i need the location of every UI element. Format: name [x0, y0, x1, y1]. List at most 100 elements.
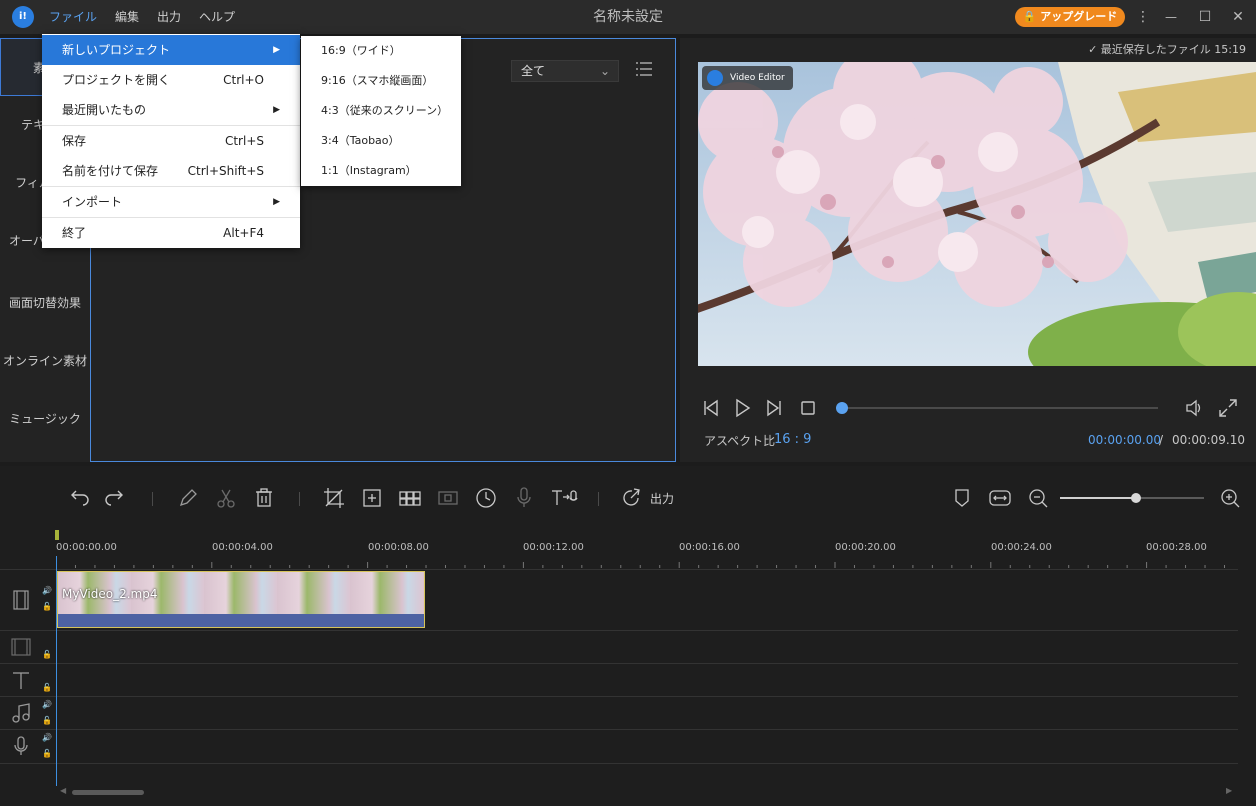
chevron-down-icon: ⌄ [599, 64, 610, 78]
menu-help[interactable]: ヘルプ [190, 0, 244, 34]
zoom-out-icon[interactable] [1026, 486, 1050, 510]
more-options-icon[interactable]: ⋮ [1128, 0, 1158, 34]
track-mute-icon[interactable]: 🔊 [42, 733, 52, 742]
video-preview[interactable]: Video Editor [698, 62, 1256, 366]
volume-icon[interactable] [1184, 398, 1204, 418]
fit-timeline-icon[interactable] [988, 486, 1012, 510]
voiceover-track-icon [14, 736, 28, 755]
track-lock-icon[interactable]: 🔓 [42, 683, 52, 692]
sidebar-item-music[interactable]: ミュージック [0, 390, 90, 448]
menu-item-save-as[interactable]: 名前を付けて保存 Ctrl+Shift+S [42, 156, 300, 186]
speed-clock-icon[interactable] [474, 486, 498, 510]
submenu-arrow-icon: ▶ [273, 45, 280, 55]
submenu-item-16-9[interactable]: 16:9（ワイド） [301, 36, 461, 66]
freeze-frame-icon[interactable] [436, 486, 460, 510]
track-lock-icon[interactable]: 🔓 [42, 716, 52, 725]
last-saved-text: 最近保存したファイル 15:19 [1100, 43, 1246, 56]
export-button-label[interactable]: 出力 [650, 490, 674, 507]
track-divider [0, 763, 1238, 764]
total-duration: 00:00:09.10 [1172, 433, 1245, 447]
menu-item-label: 新しいプロジェクト [62, 43, 171, 57]
toolbar-divider [152, 492, 153, 506]
edit-pencil-icon[interactable] [176, 486, 200, 510]
app-logo-icon [707, 70, 723, 86]
track-divider [0, 663, 1238, 664]
crop-icon[interactable] [322, 486, 346, 510]
track-lock-icon[interactable]: 🔓 [42, 602, 52, 611]
ruler-tick-label: 00:00:12.00 [523, 542, 584, 553]
scroll-left-icon[interactable]: ◀ [60, 786, 66, 795]
seek-handle[interactable] [836, 402, 848, 414]
timeline-panel: 出力 00:00:00.00 00:00:04.00 00:00:08.00 0… [0, 466, 1256, 806]
horizontal-scrollbar[interactable] [72, 790, 144, 795]
ruler-tick-label: 00:00:16.00 [679, 542, 740, 553]
export-icon[interactable] [620, 486, 644, 510]
menu-file[interactable]: ファイル [40, 0, 106, 34]
menu-item-recent[interactable]: 最近開いたもの ▶ [42, 95, 300, 125]
new-project-submenu: 16:9（ワイド） 9:16（スマホ縦画面） 4:3（従来のスクリーン） 3:4… [301, 36, 461, 186]
menu-item-open-project[interactable]: プロジェクトを開く Ctrl+O [42, 65, 300, 95]
list-view-icon[interactable] [635, 61, 653, 77]
timeline-ruler[interactable]: 00:00:00.00 00:00:04.00 00:00:08.00 00:0… [56, 534, 1240, 568]
menu-edit[interactable]: 編集 [106, 0, 148, 34]
microphone-icon[interactable] [512, 486, 536, 510]
next-frame-icon[interactable] [764, 398, 784, 418]
track-lock-icon[interactable]: 🔓 [42, 650, 52, 659]
preview-panel: ✓ 最近保存したファイル 15:19 Video Editor アスペクト比 1… [680, 38, 1256, 462]
file-menu: 新しいプロジェクト ▶ プロジェクトを開く Ctrl+O 最近開いたもの ▶ 保… [42, 34, 300, 248]
menu-item-label: 名前を付けて保存 [62, 164, 159, 178]
zoom-in-icon[interactable] [1218, 486, 1242, 510]
submenu-arrow-icon: ▶ [273, 197, 280, 207]
submenu-item-3-4[interactable]: 3:4（Taobao） [301, 126, 461, 156]
ruler-tick-label: 00:00:20.00 [835, 542, 896, 553]
menu-item-import[interactable]: インポート ▶ [42, 187, 300, 217]
submenu-item-4-3[interactable]: 4:3（従来のスクリーン） [301, 96, 461, 126]
playhead[interactable] [56, 556, 57, 786]
menu-item-label: インポート [62, 195, 123, 209]
zoom-slider-handle[interactable] [1131, 493, 1142, 503]
track-mute-icon[interactable]: 🔊 [42, 586, 52, 595]
upgrade-button[interactable]: 🔒 アップグレード [1015, 7, 1125, 27]
play-icon[interactable] [732, 398, 752, 418]
menu-item-shortcut: Ctrl+O [223, 73, 264, 87]
menu-item-shortcut: Ctrl+S [224, 134, 264, 148]
last-saved-status: ✓ 最近保存したファイル 15:19 [1088, 41, 1246, 57]
text-to-speech-icon[interactable] [550, 486, 580, 510]
scroll-right-icon[interactable]: ▶ [1226, 786, 1232, 795]
fullscreen-icon[interactable] [1218, 398, 1238, 418]
menu-bar: ファイル 編集 出力 ヘルプ [40, 0, 244, 34]
menu-export[interactable]: 出力 [148, 0, 190, 34]
marker-icon[interactable] [950, 486, 974, 510]
sidebar-item-transition[interactable]: 画面切替効果 [0, 274, 90, 332]
track-mute-icon[interactable]: 🔊 [42, 700, 52, 709]
stop-icon[interactable] [798, 398, 818, 418]
track-divider [0, 729, 1238, 730]
scissors-icon[interactable] [214, 486, 238, 510]
media-filter-select[interactable]: 全て ⌄ [511, 60, 619, 82]
maximize-icon[interactable]: ☐ [1190, 0, 1220, 34]
aspect-ratio-value[interactable]: 16 : 9 [774, 432, 811, 447]
seek-bar[interactable] [840, 407, 1158, 409]
minimize-icon[interactable]: — [1156, 0, 1186, 34]
submenu-item-9-16[interactable]: 9:16（スマホ縦画面） [301, 66, 461, 96]
toolbar-divider [598, 492, 599, 506]
current-time: 00:00:00.00 [1088, 433, 1161, 447]
close-icon[interactable]: ✕ [1223, 0, 1253, 34]
mosaic-icon[interactable] [398, 486, 422, 510]
previous-frame-icon[interactable] [701, 398, 721, 418]
zoom-frame-icon[interactable] [360, 486, 384, 510]
undo-icon[interactable] [66, 486, 90, 510]
playhead-marker[interactable] [55, 530, 59, 540]
sidebar-item-online-media[interactable]: オンライン素材 [0, 332, 90, 390]
menu-item-exit[interactable]: 終了 Alt+F4 [42, 218, 300, 248]
pip-track-icon [11, 638, 31, 656]
menu-item-new-project[interactable]: 新しいプロジェクト ▶ [42, 35, 300, 65]
track-lock-icon[interactable]: 🔓 [42, 749, 52, 758]
menu-item-save[interactable]: 保存 Ctrl+S [42, 126, 300, 156]
ruler-tick-label: 00:00:08.00 [368, 542, 429, 553]
trash-icon[interactable] [252, 486, 276, 510]
redo-icon[interactable] [104, 486, 128, 510]
menu-item-label: 保存 [62, 134, 87, 148]
video-clip[interactable]: MyVideo_2.mp4 [57, 571, 425, 628]
submenu-item-1-1[interactable]: 1:1（Instagram） [301, 156, 461, 186]
